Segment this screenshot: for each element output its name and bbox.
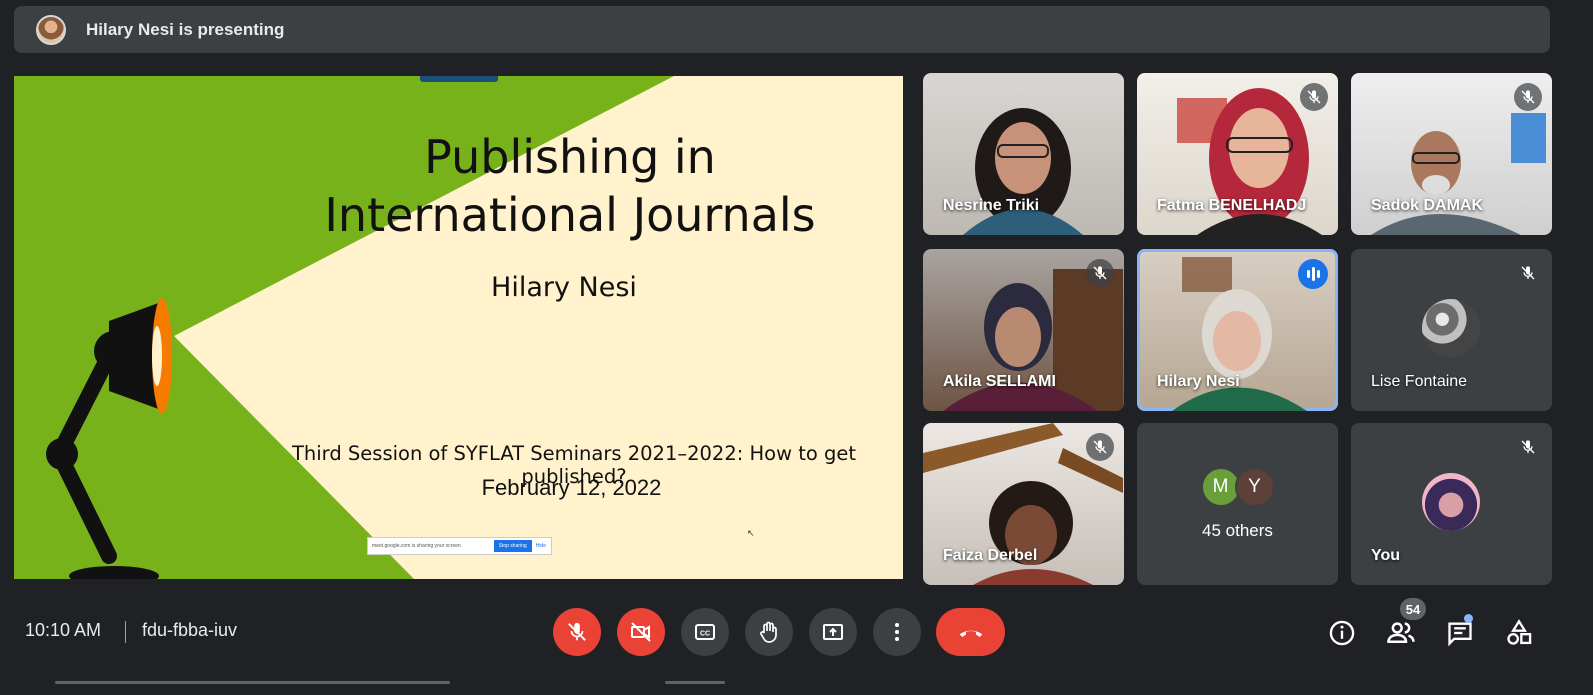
raise-hand-icon (760, 621, 777, 643)
presenting-text: Hilary Nesi is presenting (86, 19, 285, 39)
participant-count-badge: 54 (1400, 598, 1426, 620)
participant-name: Hilary Nesi (1157, 373, 1240, 390)
mic-off-icon (1514, 259, 1542, 287)
toggle-camera-button[interactable] (617, 608, 665, 656)
divider (125, 621, 126, 643)
more-icon (895, 623, 899, 641)
slide-date: February 12, 2022 (481, 475, 662, 500)
participant-name: You (1371, 547, 1401, 564)
shared-screen: Publishing in International Journals Hil… (14, 76, 903, 579)
self-avatar (1422, 473, 1480, 531)
mic-off-icon (1300, 83, 1328, 111)
people-button[interactable] (1386, 618, 1416, 648)
participant-tile[interactable]: Hilary Nesi (1137, 249, 1338, 411)
mouse-cursor-icon: ↖ (747, 528, 755, 538)
meeting-code: fdu-fbba-iuv (142, 620, 238, 640)
self-tile[interactable]: You (1351, 423, 1552, 585)
activities-icon (1507, 619, 1532, 645)
bottom-toolbar: 10:10 AM fdu-fbba-iuv CC 54 (0, 596, 1593, 676)
meeting-details-button[interactable] (1327, 618, 1357, 648)
participant-tile[interactable]: Faiza Derbel (923, 423, 1124, 585)
captions-icon: CC (695, 624, 715, 640)
speaking-indicator-icon (1298, 259, 1328, 289)
raise-hand-button[interactable] (745, 608, 793, 656)
others-tile[interactable]: M Y 45 others (1137, 423, 1338, 585)
participant-tile[interactable]: Sadok DAMAK (1351, 73, 1552, 235)
camera-off-icon (631, 622, 651, 642)
participant-avatar (1422, 299, 1480, 357)
presenter-avatar (36, 14, 66, 45)
participant-name: Lise Fontaine (1371, 373, 1468, 390)
svg-text:CC: CC (700, 631, 710, 638)
participant-name: Fatma BENELHADJ (1157, 197, 1307, 214)
participant-name: Sadok DAMAK (1371, 197, 1484, 214)
slide-title: Publishing in International Journals (324, 130, 816, 242)
participant-initial-avatar: Y (1234, 467, 1275, 507)
slide-author: Hilary Nesi (491, 272, 637, 303)
hangup-icon (959, 630, 982, 637)
mic-off-icon (1086, 259, 1114, 287)
captions-button[interactable]: CC (681, 608, 729, 656)
participant-name: Faiza Derbel (943, 547, 1038, 564)
participant-name: Akila SELLAMI (943, 373, 1056, 390)
chat-icon (1448, 622, 1472, 647)
horizontal-scrollbar-thumb[interactable] (665, 681, 725, 684)
participant-tile[interactable]: Akila SELLAMI (923, 249, 1124, 411)
participant-tile[interactable]: Nesrine Triki (923, 73, 1124, 235)
mic-off-icon (1514, 433, 1542, 461)
screen-share-notice: meet.google.com is sharing your screen. … (367, 537, 552, 555)
mic-off-icon (1086, 433, 1114, 461)
others-count-label: 45 others (1202, 521, 1273, 540)
people-icon (1387, 622, 1415, 643)
share-notice-text: meet.google.com is sharing your screen. (372, 543, 463, 549)
stop-sharing-button[interactable]: Stop sharing (493, 540, 532, 552)
presenting-banner: Hilary Nesi is presenting (14, 6, 1550, 53)
present-now-button[interactable] (809, 608, 857, 656)
mic-off-icon (568, 622, 586, 641)
leave-call-button[interactable] (936, 608, 1005, 656)
chat-notification-dot (1464, 614, 1473, 623)
horizontal-scrollbar[interactable] (55, 681, 450, 684)
mic-off-icon (1514, 83, 1542, 111)
participant-name: Nesrine Triki (943, 197, 1040, 214)
participant-tile[interactable]: Fatma BENELHADJ (1137, 73, 1338, 235)
participant-tile[interactable]: Lise Fontaine (1351, 249, 1552, 411)
hide-button[interactable]: Hide (536, 543, 546, 549)
activities-button[interactable] (1504, 618, 1534, 648)
info-icon (1329, 620, 1355, 646)
present-icon (823, 624, 843, 640)
toggle-mic-button[interactable] (553, 608, 601, 656)
clock-time: 10:10 AM (25, 620, 102, 640)
more-options-button[interactable] (873, 608, 921, 656)
slide-top-tab (420, 76, 498, 82)
